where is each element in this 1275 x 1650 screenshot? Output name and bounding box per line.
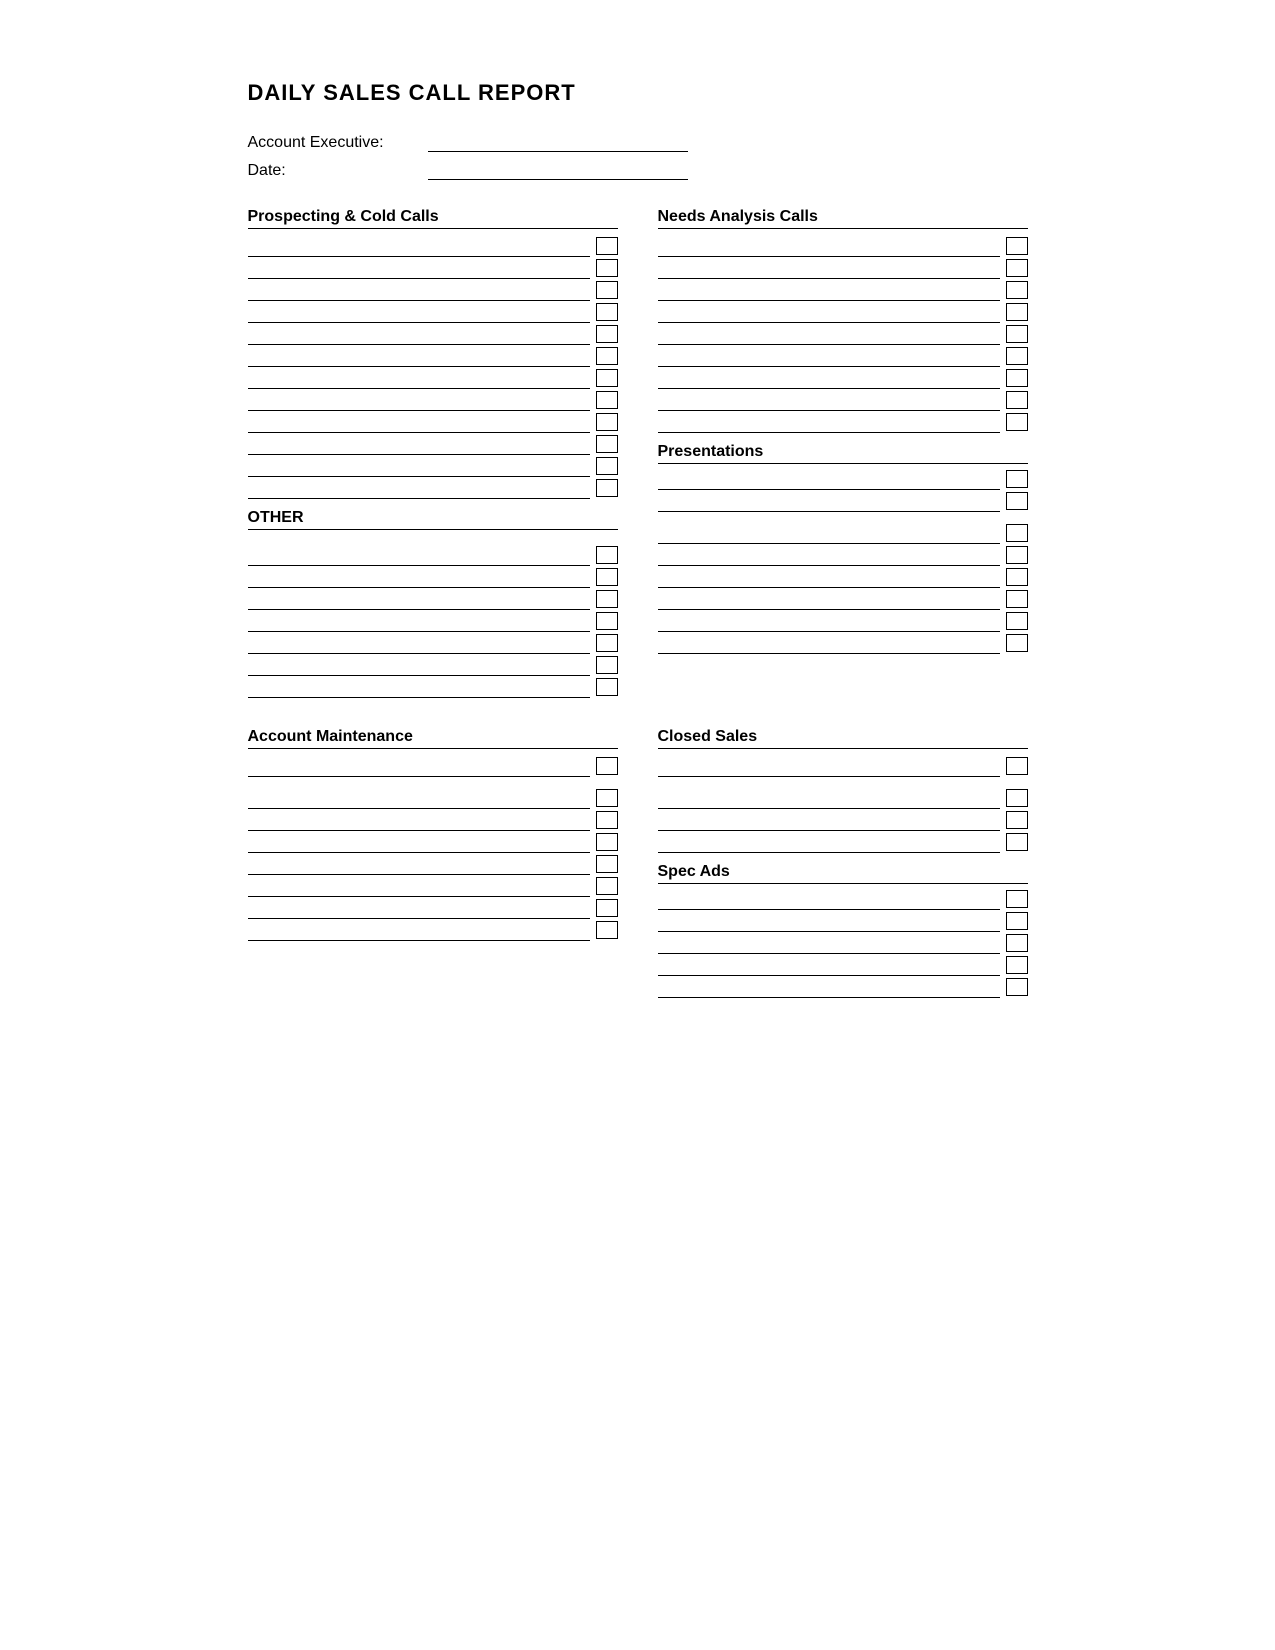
table-row <box>248 477 618 499</box>
table-row <box>248 588 618 610</box>
table-row <box>658 566 1028 588</box>
right-top-section: Needs Analysis Calls Presentations <box>658 208 1028 698</box>
date-field: Date: <box>248 162 1028 180</box>
report-title: DAILY SALES CALL REPORT <box>248 80 1028 106</box>
table-row <box>658 588 1028 610</box>
table-row <box>248 919 618 941</box>
presentations-title: Presentations <box>658 443 1028 464</box>
account-maintenance-title: Account Maintenance <box>248 728 618 749</box>
table-row <box>658 976 1028 998</box>
account-executive-label: Account Executive: <box>248 134 428 152</box>
header-fields: Account Executive: Date: <box>248 134 1028 180</box>
table-row <box>658 468 1028 490</box>
table-row <box>248 367 618 389</box>
left-top-section: Prospecting & Cold Calls OTHER <box>248 208 618 698</box>
table-row <box>248 787 618 809</box>
account-maintenance-section: Account Maintenance <box>248 728 618 998</box>
table-row <box>248 345 618 367</box>
table-row <box>658 235 1028 257</box>
table-row <box>658 411 1028 433</box>
table-row <box>658 809 1028 831</box>
page: DAILY SALES CALL REPORT Account Executiv… <box>188 0 1088 1108</box>
right-bottom-section: Closed Sales Spec Ads <box>658 728 1028 998</box>
table-row <box>658 954 1028 976</box>
table-row <box>658 831 1028 853</box>
needs-analysis-title: Needs Analysis Calls <box>658 208 1028 229</box>
table-row <box>658 910 1028 932</box>
table-row <box>658 544 1028 566</box>
table-row <box>248 566 618 588</box>
top-sections-row: Prospecting & Cold Calls OTHER <box>248 208 1028 698</box>
table-row <box>248 897 618 919</box>
table-row <box>658 787 1028 809</box>
table-row <box>658 490 1028 512</box>
table-row <box>248 279 618 301</box>
table-row <box>248 411 618 433</box>
table-row <box>658 888 1028 910</box>
table-row <box>248 301 618 323</box>
table-row <box>658 522 1028 544</box>
table-row <box>658 301 1028 323</box>
table-row <box>248 875 618 897</box>
table-row <box>658 323 1028 345</box>
table-row <box>248 831 618 853</box>
bottom-sections-row: Account Maintenance Closed Sales Spec Ad… <box>248 728 1028 998</box>
table-row <box>248 257 618 279</box>
table-row <box>248 809 618 831</box>
table-row <box>248 654 618 676</box>
table-row <box>248 610 618 632</box>
table-row <box>658 610 1028 632</box>
date-input[interactable] <box>428 162 688 180</box>
table-row <box>248 755 618 777</box>
table-row <box>248 235 618 257</box>
account-executive-input[interactable] <box>428 134 688 152</box>
table-row <box>658 632 1028 654</box>
table-row <box>658 257 1028 279</box>
account-executive-field: Account Executive: <box>248 134 1028 152</box>
table-row <box>248 632 618 654</box>
prospecting-title: Prospecting & Cold Calls <box>248 208 618 229</box>
date-label: Date: <box>248 162 428 180</box>
table-row <box>658 932 1028 954</box>
table-row <box>248 853 618 875</box>
table-row <box>248 389 618 411</box>
spec-ads-title: Spec Ads <box>658 863 1028 884</box>
table-row <box>658 755 1028 777</box>
table-row <box>248 676 618 698</box>
table-row <box>658 389 1028 411</box>
table-row <box>248 544 618 566</box>
table-row <box>658 279 1028 301</box>
table-row <box>248 455 618 477</box>
table-row <box>658 345 1028 367</box>
other-title: OTHER <box>248 509 618 530</box>
closed-sales-title: Closed Sales <box>658 728 1028 749</box>
table-row <box>658 367 1028 389</box>
table-row <box>248 433 618 455</box>
table-row <box>248 323 618 345</box>
